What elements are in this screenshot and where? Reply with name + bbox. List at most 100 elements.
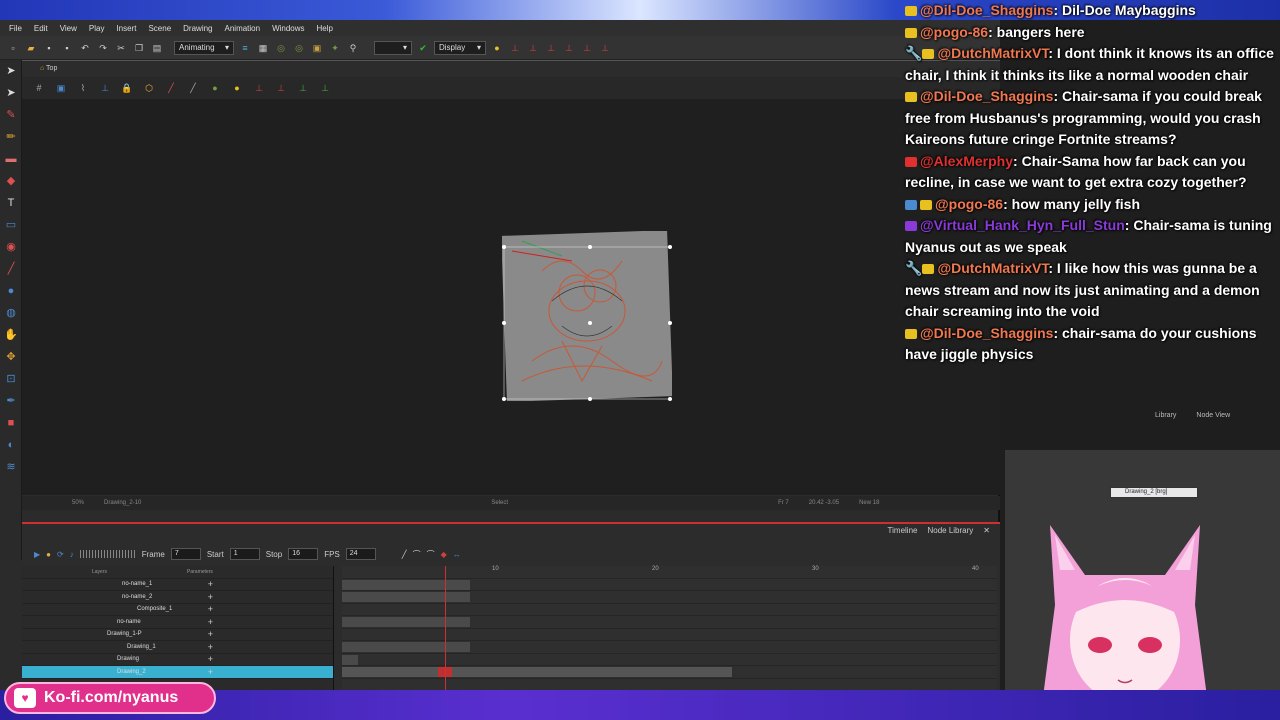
menu-view[interactable]: View — [55, 24, 82, 33]
new-file-icon[interactable]: ▫ — [6, 41, 20, 55]
add-icon[interactable]: + — [208, 667, 213, 677]
layer-row[interactable]: Drawing_1 + — [22, 641, 333, 654]
dropper-icon[interactable]: ╱ — [0, 258, 22, 280]
close-icon[interactable]: ✕ — [983, 526, 990, 535]
tab-library[interactable]: Library — [1155, 412, 1176, 419]
add-icon[interactable]: + — [208, 579, 213, 589]
menu-file[interactable]: File — [4, 24, 27, 33]
undo-icon[interactable]: ↶ — [78, 41, 92, 55]
playhead[interactable] — [445, 566, 446, 692]
layer-row[interactable]: no-name_1 + — [22, 579, 333, 591]
grid-icon[interactable]: ▦ — [256, 41, 270, 55]
sound-icon[interactable]: ♪ — [70, 550, 74, 559]
peg-icon[interactable]: ● — [208, 81, 222, 95]
red-marker-icon[interactable]: ⊥ — [508, 41, 522, 55]
menu-help[interactable]: Help — [312, 24, 338, 33]
mode-select[interactable]: Animating ▾ — [174, 40, 234, 55]
add-icon[interactable]: + — [208, 629, 213, 639]
add-icon[interactable]: + — [208, 592, 213, 602]
start-field[interactable]: 1 — [229, 548, 260, 560]
shape-icon[interactable]: ▭ — [0, 214, 22, 236]
frame-row[interactable] — [342, 641, 997, 654]
camera-icon[interactable]: ▣ — [54, 81, 68, 95]
menu-windows[interactable]: Windows — [267, 24, 309, 33]
color-swatch-icon[interactable]: ■ — [0, 412, 22, 434]
key-icon[interactable]: ⚲ — [346, 41, 360, 55]
camera-viewport[interactable]: ⌂ Top # ▣ ⌇ ⊥ 🔒 ⬡ ╱ ╱ ● ● ⊥ ⊥ ⊥ ⊥ 50% Dr… — [22, 60, 1000, 510]
exposure-block[interactable] — [342, 579, 470, 590]
transform-handle[interactable] — [588, 245, 592, 249]
red-marker-icon[interactable]: ⊥ — [562, 41, 576, 55]
layer-row[interactable]: no-name + — [22, 616, 333, 629]
menu-scene[interactable]: Scene — [143, 24, 176, 33]
layers-icon[interactable]: ≋ — [0, 456, 22, 478]
eraser-icon[interactable]: ▬ — [0, 148, 22, 170]
red-marker-icon[interactable]: ⊥ — [598, 41, 612, 55]
add-icon[interactable]: + — [208, 642, 213, 652]
menu-edit[interactable]: Edit — [29, 24, 53, 33]
shape-tool-icon[interactable]: ⬡ — [142, 81, 156, 95]
frame-row[interactable] — [342, 654, 997, 666]
layer-row[interactable]: Drawing_1-P + — [22, 629, 333, 641]
save-as-icon[interactable]: ▪ — [60, 41, 74, 55]
ease-icon[interactable]: ⌒ — [427, 549, 435, 560]
select-arrow-icon[interactable]: ➤ — [0, 60, 22, 82]
menu-animation[interactable]: Animation — [220, 24, 266, 33]
contour-arrow-icon[interactable]: ➤ — [0, 82, 22, 104]
onion-skin-icon[interactable]: ◎ — [274, 41, 288, 55]
add-icon[interactable]: + — [208, 617, 213, 627]
mask-icon[interactable]: ⌇ — [76, 81, 90, 95]
frame-row[interactable] — [342, 666, 997, 679]
stamp-icon[interactable]: ◐ — [0, 434, 22, 456]
play-icon[interactable]: ▶ — [34, 550, 40, 559]
expand-icon[interactable]: ↔ — [453, 550, 461, 559]
red-marker-icon[interactable]: ⊥ — [526, 41, 540, 55]
exposure-block[interactable] — [342, 617, 470, 627]
curve-icon[interactable]: ⌒ — [413, 549, 421, 560]
animate-mode-icon[interactable]: ≡ — [238, 41, 252, 55]
line-tool-icon[interactable]: ╱ — [402, 550, 407, 559]
fps-field[interactable]: 24 — [345, 548, 376, 560]
frame-row[interactable] — [342, 579, 997, 591]
onion-red-icon[interactable]: ⊥ — [274, 81, 288, 95]
transform-handle[interactable] — [668, 397, 672, 401]
kofi-banner[interactable]: ♥ Ko-fi.com/nyanus — [4, 682, 216, 714]
lightbulb-icon[interactable]: ● — [230, 81, 244, 95]
exposure-block[interactable] — [342, 592, 470, 602]
keyframe-icon[interactable]: ◆ — [441, 550, 447, 559]
transform-handle[interactable] — [668, 321, 672, 325]
pin-icon[interactable]: ⊥ — [98, 81, 112, 95]
frame-row[interactable] — [342, 591, 997, 604]
transform-handle[interactable] — [502, 245, 506, 249]
add-icon[interactable]: + — [208, 604, 213, 614]
menu-drawing[interactable]: Drawing — [178, 24, 217, 33]
layer-row-selected[interactable]: Drawing_2 + — [22, 666, 333, 679]
cut-icon[interactable]: ✂ — [114, 41, 128, 55]
pegs-icon[interactable]: ✦ — [328, 41, 342, 55]
contour-editor-icon[interactable]: ● — [0, 280, 22, 302]
camera-icon[interactable]: ▣ — [310, 41, 324, 55]
transform-icon[interactable]: ✥ — [0, 346, 22, 368]
frame-grid[interactable]: 10 20 30 40 — [342, 566, 997, 692]
redo-icon[interactable]: ↷ — [96, 41, 110, 55]
paint-icon[interactable]: ◆ — [0, 170, 22, 192]
pencil-icon[interactable]: ╱ — [186, 81, 200, 95]
stop-field[interactable]: 16 — [288, 548, 319, 560]
menu-play[interactable]: Play — [84, 24, 110, 33]
copy-icon[interactable]: ❐ — [132, 41, 146, 55]
layer-row[interactable]: Composite_1 + — [22, 604, 333, 616]
zoom-level[interactable]: 50% — [72, 500, 84, 506]
exposure-block[interactable] — [342, 642, 470, 652]
zoom-icon[interactable]: ◍ — [0, 302, 22, 324]
green-check-icon[interactable]: ✔ — [416, 41, 430, 55]
save-icon[interactable]: ▪ — [42, 41, 56, 55]
add-icon[interactable]: + — [208, 654, 213, 664]
hand-icon[interactable]: ✋ — [0, 324, 22, 346]
transform-handle[interactable] — [502, 321, 506, 325]
frame-ruler[interactable]: 10 20 30 40 — [342, 566, 997, 579]
record-icon[interactable]: ● — [46, 550, 51, 559]
pivot-point[interactable] — [588, 321, 592, 325]
grid-icon[interactable]: # — [32, 81, 46, 95]
layer-row[interactable]: Drawing + — [22, 654, 333, 666]
crop-icon[interactable]: ⊡ — [0, 368, 22, 390]
